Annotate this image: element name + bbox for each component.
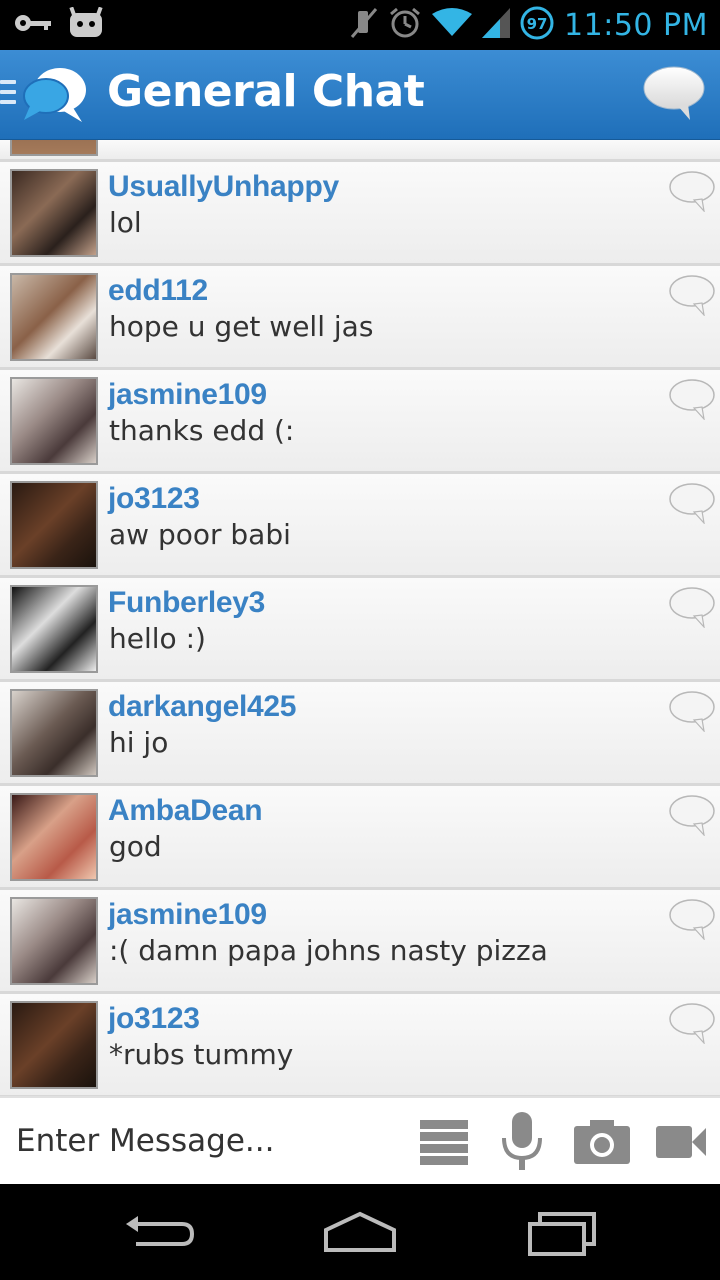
username[interactable]: jasmine109 <box>108 898 267 932</box>
list-item[interactable]: jasmine109 thanks edd (: <box>0 370 720 474</box>
action-bar: General Chat <box>0 50 720 140</box>
status-bar: 97 11:50 PM <box>0 0 720 50</box>
username[interactable]: edd112 <box>108 274 208 308</box>
status-right: 97 11:50 PM <box>350 4 708 46</box>
username[interactable]: darkangel425 <box>108 690 296 724</box>
new-chat-icon[interactable] <box>642 64 706 122</box>
avatar[interactable] <box>10 481 98 569</box>
status-left <box>14 6 104 44</box>
page-title: General Chat <box>107 66 425 117</box>
list-item[interactable]: jasmine109 :( damn papa johns nasty pizz… <box>0 890 720 994</box>
home-icon[interactable] <box>322 1210 398 1258</box>
list-icon[interactable] <box>418 1118 470 1170</box>
status-time: 11:50 PM <box>564 7 708 43</box>
reply-bubble-icon[interactable] <box>668 586 716 629</box>
message-text: aw poor babi <box>109 518 291 551</box>
avatar[interactable] <box>10 169 98 257</box>
nav-bar <box>0 1184 720 1280</box>
list-item-partial[interactable] <box>0 140 720 162</box>
reply-bubble-icon[interactable] <box>668 170 716 213</box>
username[interactable]: UsuallyUnhappy <box>108 170 339 204</box>
reply-bubble-icon[interactable] <box>668 898 716 941</box>
message-text: *rubs tummy <box>109 1038 294 1071</box>
battery-level: 97 <box>527 15 548 33</box>
alarm-icon <box>388 6 422 44</box>
list-item[interactable]: UsuallyUnhappy lol <box>0 162 720 266</box>
list-item[interactable]: jo3123 *rubs tummy <box>0 994 720 1096</box>
message-text: thanks edd (: <box>109 414 295 447</box>
message-text: hi jo <box>109 726 169 759</box>
reply-bubble-icon[interactable] <box>668 274 716 317</box>
avatar[interactable] <box>10 689 98 777</box>
avatar[interactable] <box>10 377 98 465</box>
avatar[interactable] <box>10 140 98 156</box>
avatar[interactable] <box>10 1001 98 1089</box>
message-text: lol <box>109 206 142 239</box>
key-icon <box>14 12 54 38</box>
menu-icon[interactable] <box>0 80 18 108</box>
avatar[interactable] <box>10 273 98 361</box>
battery-icon: 97 <box>520 6 554 44</box>
reply-bubble-icon[interactable] <box>668 690 716 733</box>
recent-apps-icon[interactable] <box>526 1212 598 1260</box>
list-item[interactable]: AmbaDean god <box>0 786 720 890</box>
list-item[interactable]: edd112 hope u get well jas <box>0 266 720 370</box>
message-text: hope u get well jas <box>109 310 374 343</box>
reply-bubble-icon[interactable] <box>668 378 716 421</box>
wifi-icon <box>432 8 473 42</box>
app-logo-icon[interactable] <box>20 62 88 126</box>
message-text: :( damn papa johns nasty pizza <box>109 934 548 967</box>
avatar[interactable] <box>10 585 98 673</box>
username[interactable]: jasmine109 <box>108 378 267 412</box>
list-item[interactable]: darkangel425 hi jo <box>0 682 720 786</box>
reply-bubble-icon[interactable] <box>668 794 716 837</box>
android-icon <box>68 6 104 43</box>
microphone-icon[interactable] <box>498 1110 546 1176</box>
message-text: god <box>109 830 162 863</box>
reply-bubble-icon[interactable] <box>668 482 716 525</box>
username[interactable]: jo3123 <box>108 1002 200 1036</box>
list-item[interactable]: jo3123 aw poor babi <box>0 474 720 578</box>
input-bar <box>0 1096 720 1184</box>
chat-list[interactable]: UsuallyUnhappy lol edd112 hope u get wel… <box>0 140 720 1096</box>
camera-icon[interactable] <box>572 1118 632 1170</box>
reply-bubble-icon[interactable] <box>668 1002 716 1045</box>
list-item[interactable]: Funberley3 hello :) <box>0 578 720 682</box>
username[interactable]: Funberley3 <box>108 586 265 620</box>
signal-icon <box>482 8 511 42</box>
avatar[interactable] <box>10 897 98 985</box>
avatar[interactable] <box>10 793 98 881</box>
message-text: hello :) <box>109 622 206 655</box>
mute-icon <box>350 7 378 43</box>
video-icon[interactable] <box>654 1124 708 1164</box>
message-input[interactable] <box>16 1112 396 1170</box>
username[interactable]: AmbaDean <box>108 794 263 828</box>
back-icon[interactable] <box>124 1214 196 1258</box>
username[interactable]: jo3123 <box>108 482 200 516</box>
